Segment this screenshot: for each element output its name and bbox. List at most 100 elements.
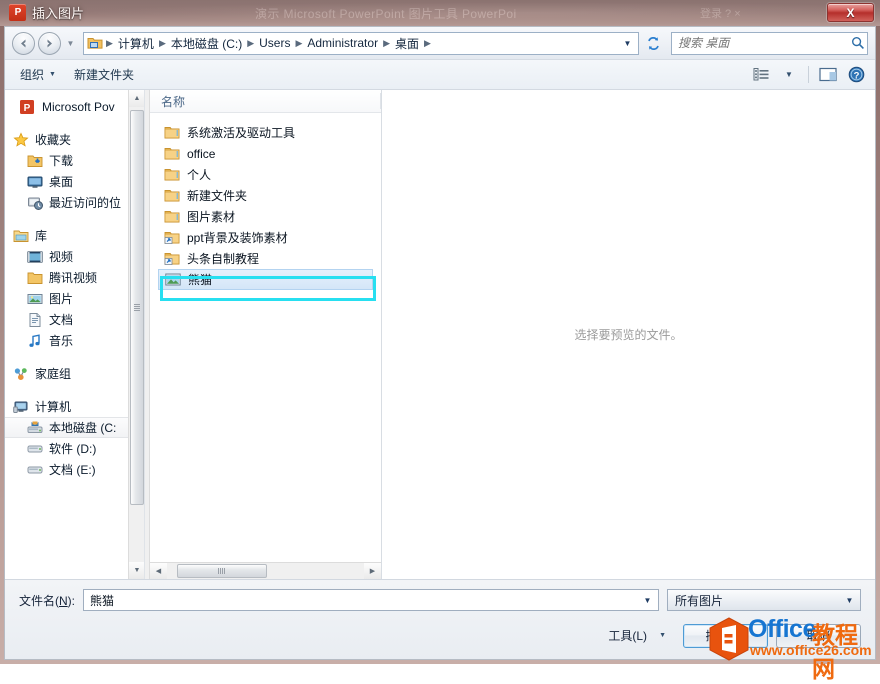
column-header-name[interactable]: 名称 bbox=[150, 90, 381, 113]
list-item[interactable]: 头条自制教程 bbox=[150, 248, 381, 269]
list-item[interactable]: 个人 bbox=[150, 164, 381, 185]
file-type-filter[interactable]: 所有图片 ▼ bbox=[667, 589, 861, 611]
window-title: 插入图片 bbox=[32, 6, 85, 21]
sidebar-item-tencent-video[interactable]: 腾讯视频 bbox=[5, 267, 144, 288]
new-folder-button[interactable]: 新建文件夹 bbox=[65, 61, 143, 88]
sidebar-label: 视频 bbox=[49, 250, 74, 264]
insert-button[interactable]: 插入(S) bbox=[683, 623, 768, 648]
scrollbar-thumb[interactable] bbox=[177, 564, 267, 578]
chevron-down-icon[interactable]: ▼ bbox=[841, 590, 858, 610]
address-breadcrumb-bar[interactable]: ▶ 计算机 ▶ 本地磁盘 (C:) ▶ Users ▶ Administrato… bbox=[83, 31, 639, 55]
back-button[interactable] bbox=[12, 31, 35, 55]
breadcrumb-administrator[interactable]: Administrator bbox=[303, 35, 382, 51]
sidebar-item-desktop[interactable]: 桌面 bbox=[5, 171, 144, 192]
folder-icon bbox=[164, 167, 180, 183]
sidebar-group-computer[interactable]: 计算机 bbox=[5, 396, 144, 417]
filename-row: 文件名(N): ▼ 所有图片 ▼ bbox=[19, 589, 861, 611]
scrollbar-track[interactable] bbox=[167, 563, 364, 579]
scroll-down-icon[interactable]: ▼ bbox=[129, 562, 144, 579]
breadcrumb-computer[interactable]: 计算机 bbox=[114, 34, 158, 53]
list-item[interactable]: 新建文件夹 bbox=[150, 185, 381, 206]
documents-icon bbox=[27, 312, 43, 328]
tools-button[interactable]: 工具(L) ▼ bbox=[599, 622, 675, 649]
arrow-right-icon[interactable]: ▶ bbox=[364, 563, 381, 579]
sidebar-item-videos[interactable]: 视频 bbox=[5, 246, 144, 267]
search-input[interactable] bbox=[678, 36, 851, 50]
sidebar-label: 音乐 bbox=[49, 334, 74, 348]
sidebar-item-local-disk-c[interactable]: 本地磁盘 (C: bbox=[5, 417, 144, 438]
refresh-button[interactable] bbox=[642, 32, 665, 55]
views-button[interactable] bbox=[748, 64, 774, 86]
forward-button[interactable] bbox=[38, 31, 61, 55]
sidebar-label: 腾讯视频 bbox=[49, 271, 98, 285]
grip-icon bbox=[134, 304, 140, 311]
sidebar-item-documents[interactable]: 文档 bbox=[5, 309, 144, 330]
history-dropdown-icon[interactable]: ▼ bbox=[64, 33, 77, 53]
navigation-pane: P Microsoft Pov 收藏夹 下载 桌面 最近访问的位 库 视频 腾讯… bbox=[5, 90, 145, 579]
system-drive-icon bbox=[27, 420, 43, 436]
sidebar-group-libraries[interactable]: 库 bbox=[5, 225, 144, 246]
breadcrumb-users[interactable]: Users bbox=[255, 35, 294, 51]
sidebar-group-favorites[interactable]: 收藏夹 bbox=[5, 129, 144, 150]
grip-icon bbox=[218, 568, 226, 574]
scroll-up-icon[interactable]: ▲ bbox=[129, 90, 144, 107]
list-item[interactable]: 图片素材 bbox=[150, 206, 381, 227]
organize-button[interactable]: 组织 ▼ bbox=[11, 61, 65, 88]
breadcrumb-desktop[interactable]: 桌面 bbox=[391, 34, 423, 53]
sidebar-label: Microsoft Pov bbox=[42, 99, 115, 114]
arrow-left-icon[interactable]: ◀ bbox=[150, 563, 167, 579]
sidebar-scrollbar[interactable]: ▲ ▼ bbox=[128, 90, 144, 579]
organize-label: 组织 bbox=[20, 68, 45, 82]
folder-icon bbox=[27, 270, 43, 286]
preview-pane-button[interactable] bbox=[815, 64, 841, 86]
video-icon bbox=[27, 249, 43, 265]
list-item[interactable]: 系统激活及驱动工具 bbox=[150, 122, 381, 143]
list-item[interactable]: ppt背景及装饰素材 bbox=[150, 227, 381, 248]
background-app-controls: 登录 ? × bbox=[700, 8, 741, 20]
navigation-list: P Microsoft Pov 收藏夹 下载 桌面 最近访问的位 库 视频 腾讯… bbox=[5, 90, 144, 480]
chevron-down-icon[interactable]: ▼ bbox=[619, 33, 636, 54]
sidebar-item-powerpoint[interactable]: P Microsoft Pov bbox=[5, 96, 144, 117]
help-button[interactable]: ? bbox=[843, 64, 869, 86]
sidebar-group-homegroup[interactable]: 家庭组 bbox=[5, 363, 144, 384]
sidebar-label: 下载 bbox=[49, 154, 74, 168]
image-file-icon bbox=[165, 272, 181, 288]
sidebar-item-downloads[interactable]: 下载 bbox=[5, 150, 144, 171]
sidebar-label: 文档 (E:) bbox=[49, 463, 96, 477]
pictures-icon bbox=[27, 291, 43, 307]
list-item[interactable]: office bbox=[150, 143, 381, 164]
scrollbar-thumb[interactable] bbox=[130, 110, 144, 505]
chevron-down-icon[interactable]: ▼ bbox=[639, 590, 656, 610]
window-title-group: P 插入图片 bbox=[9, 3, 84, 22]
sidebar-item-drive-e[interactable]: 文档 (E:) bbox=[5, 459, 144, 480]
close-button[interactable]: X bbox=[827, 3, 874, 22]
sidebar-item-drive-d[interactable]: 软件 (D:) bbox=[5, 438, 144, 459]
recent-places-icon bbox=[27, 195, 43, 211]
breadcrumb-local-disk[interactable]: 本地磁盘 (C:) bbox=[167, 34, 246, 53]
cancel-button[interactable]: 取消 bbox=[776, 623, 861, 648]
list-item-selected[interactable]: 熊猫 bbox=[158, 269, 373, 290]
homegroup-icon bbox=[13, 366, 29, 382]
sidebar-item-music[interactable]: 音乐 bbox=[5, 330, 144, 351]
preview-pane: 选择要预览的文件。 bbox=[382, 90, 875, 579]
sidebar-item-recent-places[interactable]: 最近访问的位 bbox=[5, 192, 144, 213]
folder-icon bbox=[164, 209, 180, 225]
search-icon bbox=[851, 36, 864, 49]
chevron-down-icon: ▼ bbox=[659, 632, 666, 639]
sidebar-item-pictures[interactable]: 图片 bbox=[5, 288, 144, 309]
file-list-hscrollbar[interactable]: ◀ ▶ bbox=[150, 562, 381, 579]
star-icon bbox=[13, 131, 29, 148]
filename-field[interactable]: ▼ bbox=[83, 589, 659, 611]
drive-icon bbox=[27, 462, 43, 478]
search-box[interactable] bbox=[671, 31, 868, 55]
svg-text:?: ? bbox=[853, 70, 859, 81]
views-dropdown[interactable]: ▼ bbox=[776, 64, 802, 86]
preview-empty-text: 选择要预览的文件。 bbox=[574, 328, 683, 342]
sidebar-label: 最近访问的位 bbox=[49, 196, 122, 210]
filename-input[interactable] bbox=[90, 593, 639, 607]
sidebar-label: 库 bbox=[35, 229, 48, 243]
file-name: 图片素材 bbox=[187, 210, 236, 224]
download-folder-icon bbox=[27, 153, 43, 169]
folder-icon bbox=[87, 36, 103, 50]
